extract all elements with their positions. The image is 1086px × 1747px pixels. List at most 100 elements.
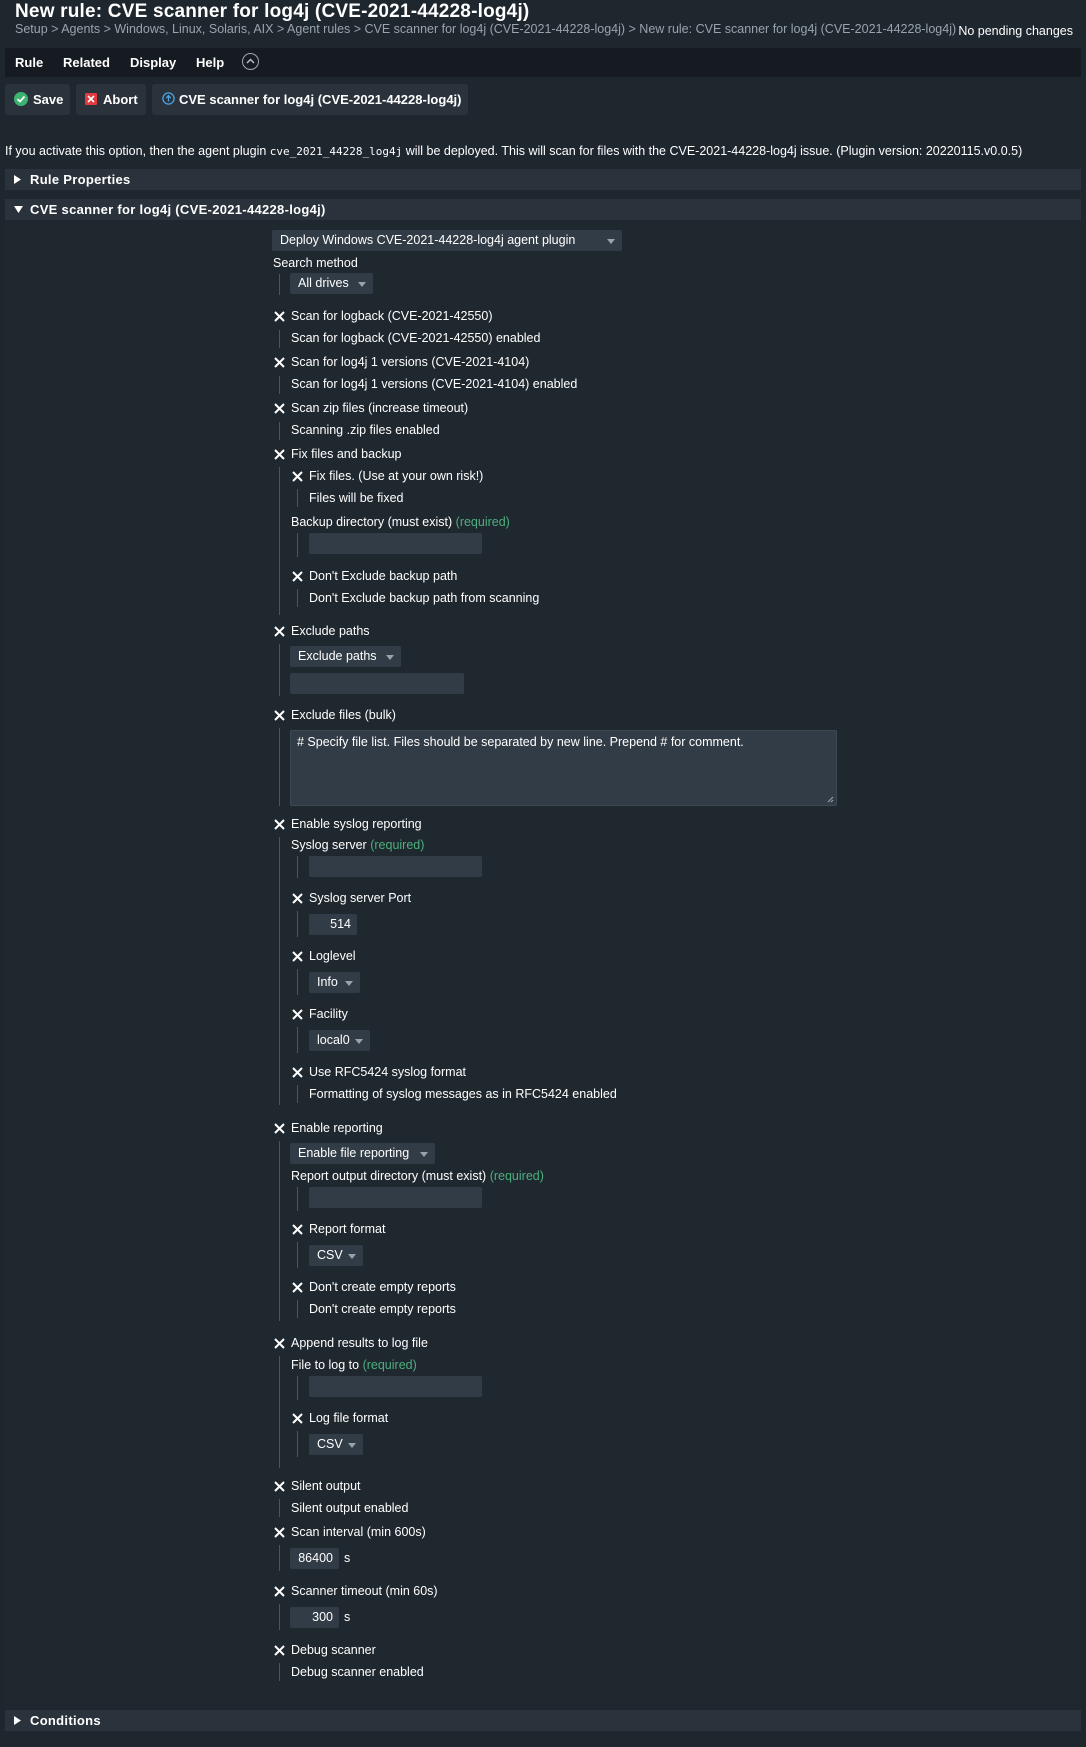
indent-line [279, 1545, 280, 1571]
abort-button[interactable]: Abort [76, 84, 146, 115]
reporting-select[interactable]: Enable file reporting [290, 1143, 435, 1164]
indent-line [297, 911, 298, 937]
exclude-files-textarea[interactable]: # Specify file list. Files should be sep… [290, 730, 837, 806]
checkbox-dont-exclude[interactable] [291, 570, 304, 583]
file-to-log-input[interactable] [309, 1376, 482, 1397]
plugin-description: If you activate this option, then the ag… [5, 144, 1023, 158]
timeout-label: Scanner timeout (min 60s) [291, 1584, 438, 1598]
indent-line [297, 1187, 298, 1211]
search-method-label: Search method [273, 256, 358, 270]
expand-triangle-icon [14, 1716, 21, 1725]
empty-reports-desc: Don't create empty reports [309, 1302, 456, 1316]
dont-exclude-desc: Don't Exclude backup path from scanning [309, 591, 540, 605]
chevron-down-icon [386, 655, 394, 660]
menu-related[interactable]: Related [63, 55, 110, 70]
chevron-down-icon [358, 282, 366, 287]
chevron-down-icon [420, 1152, 428, 1157]
logback-desc: Scan for logback (CVE-2021-42550) enable… [291, 331, 541, 345]
checkbox-log-format[interactable] [291, 1412, 304, 1425]
checkbox-debug[interactable] [273, 1644, 286, 1657]
indent-line [297, 1085, 298, 1103]
indent-line [279, 837, 280, 1105]
checkmark-icon [14, 92, 28, 106]
plugin-info-button[interactable]: CVE scanner for log4j (CVE-2021-44228-lo… [152, 84, 468, 115]
facility-select[interactable]: local0 [309, 1030, 370, 1051]
checkbox-facility[interactable] [291, 1008, 304, 1021]
log-format-select[interactable]: CSV [309, 1434, 363, 1455]
search-method-select[interactable]: All drives [290, 273, 373, 294]
indent-line [297, 1027, 298, 1053]
file-to-log-label: File to log to (required) [291, 1358, 417, 1372]
empty-reports-label: Don't create empty reports [309, 1280, 456, 1294]
deploy-select[interactable]: Deploy Windows CVE-2021-44228-log4j agen… [272, 230, 622, 251]
interval-unit: s [344, 1551, 351, 1565]
indent-line [279, 330, 280, 348]
scan-interval-input[interactable]: 86400 [290, 1548, 339, 1569]
checkbox-zip[interactable] [273, 402, 286, 415]
page-title: New rule: CVE scanner for log4j (CVE-202… [15, 1, 530, 22]
indent-line [279, 1141, 280, 1321]
syslog-port-input[interactable]: 514 [309, 914, 357, 935]
facility-label: Facility [309, 1007, 348, 1021]
checkbox-exclude-paths[interactable] [273, 625, 286, 638]
report-dir-input[interactable] [309, 1187, 482, 1208]
section-conditions[interactable]: Conditions [5, 1710, 1081, 1731]
report-format-label: Report format [309, 1222, 386, 1236]
log4j1-desc: Scan for log4j 1 versions (CVE-2021-4104… [291, 377, 578, 391]
loglevel-select[interactable]: Info [309, 972, 360, 993]
indent-line [279, 728, 280, 806]
breadcrumb[interactable]: Setup > Agents > Windows, Linux, Solaris… [15, 22, 1005, 36]
indent-line [279, 274, 280, 295]
checkbox-syslog[interactable] [273, 818, 286, 831]
indent-line [279, 1604, 280, 1630]
required-label: (required) [489, 1169, 544, 1183]
indent-line [297, 1300, 298, 1318]
checkbox-report-format[interactable] [291, 1223, 304, 1236]
section-rule-properties[interactable]: Rule Properties [5, 169, 1081, 190]
resize-grip-icon[interactable] [827, 796, 834, 803]
menu-rule[interactable]: Rule [15, 55, 43, 70]
exclude-paths-select[interactable]: Exclude paths [290, 646, 401, 667]
checkbox-reporting[interactable] [273, 1122, 286, 1135]
indent-line [297, 589, 298, 607]
exclude-path-input[interactable] [290, 673, 464, 694]
menu-display[interactable]: Display [130, 55, 176, 70]
append-label: Append results to log file [291, 1336, 428, 1350]
checkbox-syslog-port[interactable] [291, 892, 304, 905]
syslog-server-input[interactable] [309, 856, 482, 877]
checkbox-silent[interactable] [273, 1480, 286, 1493]
checkbox-exclude-files[interactable] [273, 709, 286, 722]
chevron-down-icon [355, 1039, 363, 1044]
checkbox-scan-interval[interactable] [273, 1526, 286, 1539]
checkbox-fix[interactable] [273, 448, 286, 461]
scanner-timeout-input[interactable]: 300 [290, 1607, 339, 1628]
indent-line [279, 467, 280, 615]
checkbox-empty-reports[interactable] [291, 1281, 304, 1294]
checkbox-rfc5424[interactable] [291, 1066, 304, 1079]
silent-label: Silent output [291, 1479, 361, 1493]
collapse-icon[interactable] [242, 53, 259, 70]
indent-line [297, 1376, 298, 1400]
menu-bar: Rule Related Display Help [5, 48, 1081, 77]
checkbox-log4j1[interactable] [273, 356, 286, 369]
pending-changes-status[interactable]: No pending changes [958, 24, 1073, 38]
checkbox-fix-files[interactable] [291, 470, 304, 483]
page-header: New rule: CVE scanner for log4j (CVE-202… [0, 0, 1086, 46]
save-button[interactable]: Save [5, 84, 70, 115]
indent-line [279, 422, 280, 440]
indent-line [297, 1242, 298, 1268]
checkbox-logback[interactable] [273, 310, 286, 323]
silent-desc: Silent output enabled [291, 1501, 409, 1515]
menu-help[interactable]: Help [196, 55, 224, 70]
indent-line [297, 533, 298, 557]
backup-dir-input[interactable] [309, 533, 482, 554]
checkbox-append-log[interactable] [273, 1337, 286, 1350]
required-label: (required) [362, 1358, 417, 1372]
checkbox-loglevel[interactable] [291, 950, 304, 963]
section-cve-scanner[interactable]: CVE scanner for log4j (CVE-2021-44228-lo… [5, 199, 1081, 220]
checkbox-scanner-timeout[interactable] [273, 1585, 286, 1598]
fix-label: Fix files and backup [291, 447, 402, 461]
logback-label: Scan for logback (CVE-2021-42550) [291, 309, 493, 323]
report-format-select[interactable]: CSV [309, 1245, 363, 1266]
zip-desc: Scanning .zip files enabled [291, 423, 440, 437]
